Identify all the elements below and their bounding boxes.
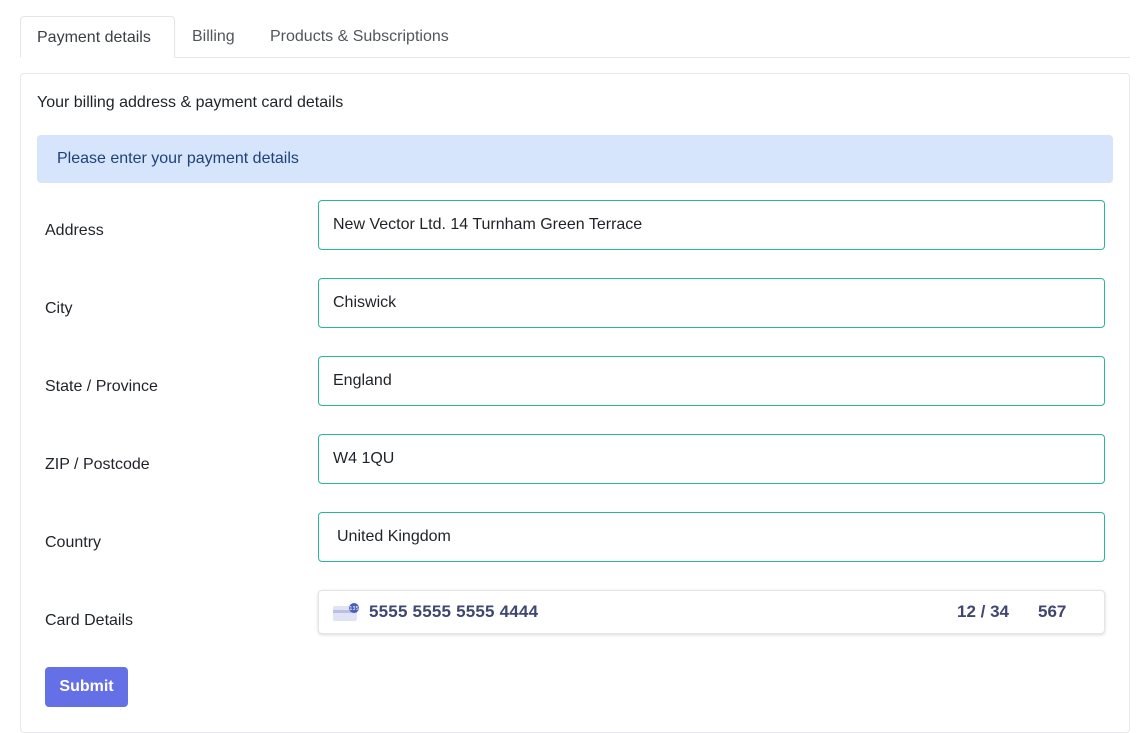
address-input[interactable]: New Vector Ltd. 14 Turnham Green Terrace [318,200,1105,250]
tab-billing[interactable]: Billing [176,16,251,58]
credit-card-icon: 135 [333,603,361,621]
country-select[interactable]: United Kingdom [318,512,1105,562]
card-details-input[interactable]: 135 5555 5555 5555 4444 12 / 34 567 [318,590,1105,634]
card-cvc: 567 [1038,602,1067,621]
card-details-label: Card Details [45,612,134,629]
city-input[interactable]: Chiswick [318,278,1105,328]
panel-title: Your billing address & payment card deta… [37,94,344,111]
submit-button[interactable]: Submit [45,667,128,707]
tab-bar: Payment details Billing Products & Subsc… [20,16,1130,58]
state-input[interactable]: England [318,356,1105,406]
address-label: Address [45,222,104,239]
country-label: Country [45,534,102,551]
info-alert: Please enter your payment details [37,135,1113,183]
tab-payment-details[interactable]: Payment details [20,16,175,58]
svg-text:135: 135 [349,606,359,612]
state-label: State / Province [45,378,158,395]
city-label: City [45,300,73,317]
card-number: 5555 5555 5555 4444 [369,602,539,621]
card-expiry: 12 / 34 [957,602,1009,621]
payment-card-panel: Your billing address & payment card deta… [20,73,1130,733]
tab-products-subscriptions[interactable]: Products & Subscriptions [254,16,465,58]
zip-input[interactable]: W4 1QU [318,434,1105,484]
zip-label: ZIP / Postcode [45,456,150,473]
